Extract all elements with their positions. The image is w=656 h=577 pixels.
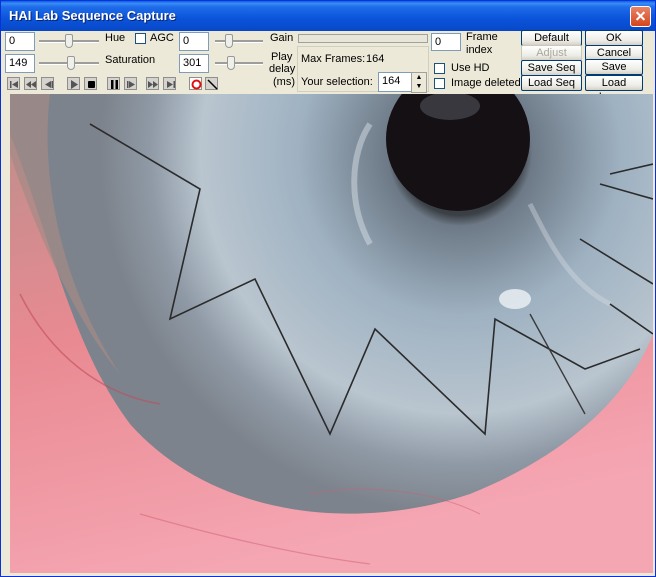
play-delay-label-3: (ms): [273, 76, 295, 88]
first-frame-icon[interactable]: [7, 77, 20, 90]
video-preview[interactable]: [10, 94, 653, 573]
forward-fast-icon[interactable]: [146, 77, 159, 90]
image-deleted-label: Image deleted: [451, 77, 521, 89]
eye-image: [10, 94, 653, 573]
image-deleted-checkbox[interactable]: [434, 78, 445, 89]
rewind-fast-icon[interactable]: [24, 77, 37, 90]
record-icon[interactable]: [189, 77, 202, 90]
hue-label: Hue: [105, 32, 126, 44]
pause-icon[interactable]: [107, 77, 120, 90]
hue-slider[interactable]: [39, 34, 99, 48]
window-title: HAI Lab Sequence Capture: [9, 8, 176, 23]
title-bar[interactable]: HAI Lab Sequence Capture: [1, 1, 655, 31]
adjust-button[interactable]: Adjust: [521, 45, 582, 61]
selection-spinner[interactable]: ▲ ▼: [411, 72, 427, 93]
gain-label: Gain: [270, 32, 294, 44]
play-delay-field[interactable]: 301: [179, 54, 209, 73]
play-icon[interactable]: [67, 77, 80, 90]
max-frames-label: Max Frames:: [301, 53, 366, 65]
hue-slider-thumb[interactable]: [65, 34, 73, 48]
agc-checkbox[interactable]: [135, 33, 146, 44]
gain-value-field[interactable]: 0: [179, 32, 209, 51]
gain-slider[interactable]: [215, 34, 263, 48]
saturation-value-field[interactable]: 149: [5, 54, 35, 73]
load-image-button[interactable]: Load Image: [585, 75, 643, 103]
use-hd-label: Use HD: [451, 62, 490, 74]
save-seq-button[interactable]: Save Seq: [521, 60, 582, 76]
agc-label: AGC: [150, 32, 174, 44]
selection-label: Your selection:: [301, 76, 373, 88]
spin-down-icon[interactable]: ▼: [412, 82, 426, 91]
play-delay-label-1: Play: [271, 51, 293, 63]
frame-index-label-1: Frame: [466, 31, 498, 43]
max-frames-value: 164: [366, 53, 385, 65]
frame-index-label-2: index: [466, 44, 493, 56]
capture-progress-bar: [298, 34, 428, 43]
snapshot-icon[interactable]: [205, 77, 218, 90]
save-image-button[interactable]: Save Image: [585, 59, 643, 87]
saturation-label: Saturation: [105, 54, 156, 66]
ok-button[interactable]: OK: [585, 30, 643, 46]
last-frame-icon[interactable]: [163, 77, 176, 90]
gain-slider-thumb[interactable]: [225, 34, 233, 48]
play-delay-slider-thumb[interactable]: [227, 56, 235, 70]
saturation-slider[interactable]: [39, 56, 99, 70]
frame-index-field[interactable]: 0: [431, 33, 461, 51]
saturation-slider-thumb[interactable]: [67, 56, 75, 70]
stop-icon[interactable]: [84, 77, 97, 90]
use-hd-checkbox[interactable]: [434, 63, 445, 74]
play-delay-label-2: delay: [269, 63, 296, 75]
close-icon[interactable]: [630, 6, 651, 27]
step-back-icon[interactable]: [41, 77, 54, 90]
load-seq-button[interactable]: Load Seq: [521, 75, 582, 91]
spin-up-icon[interactable]: ▲: [412, 73, 426, 82]
selection-field[interactable]: 164: [378, 72, 412, 92]
hue-value-field[interactable]: 0: [5, 32, 35, 51]
app-window: HAI Lab Sequence Capture 0 Hue AGC 0 Gai…: [0, 0, 656, 577]
play-delay-slider[interactable]: [215, 56, 263, 70]
default-button[interactable]: Default: [521, 30, 582, 46]
step-forward-icon[interactable]: [124, 77, 137, 90]
